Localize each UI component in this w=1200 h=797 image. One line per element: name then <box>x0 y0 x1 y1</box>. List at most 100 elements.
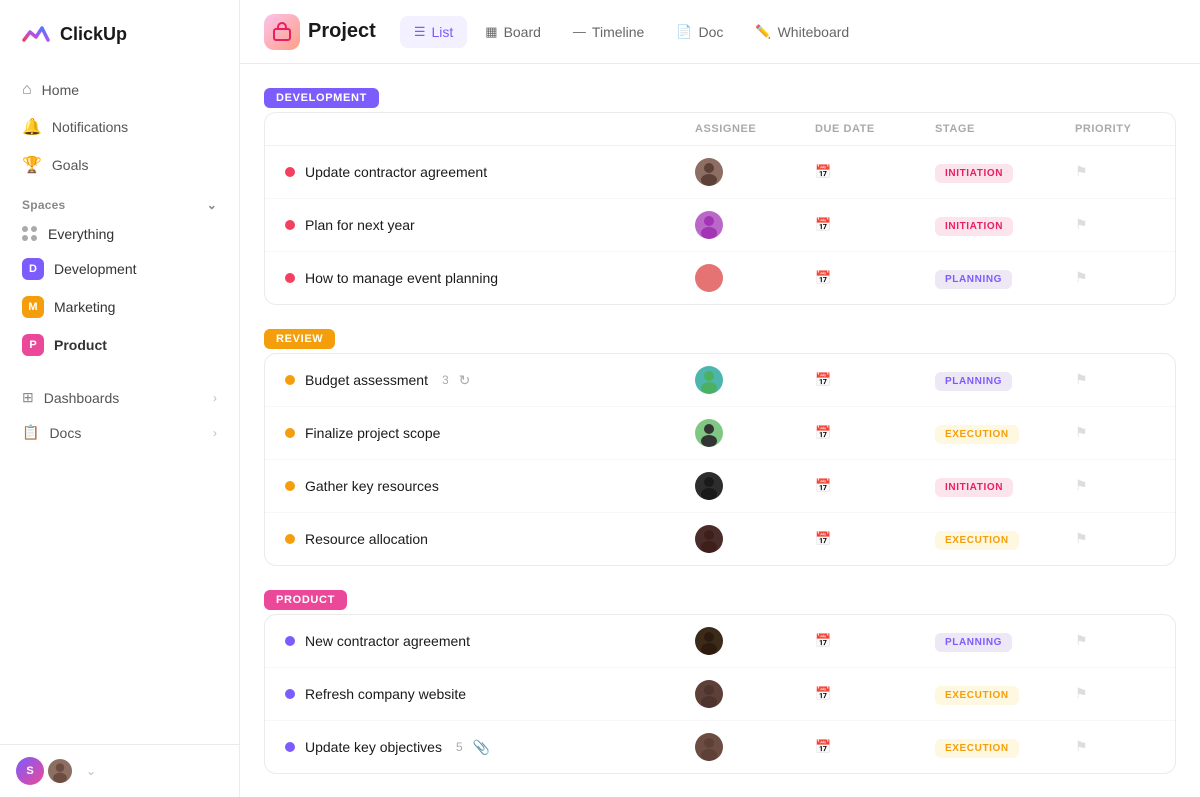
header-name <box>285 123 695 135</box>
task-name: Plan for next year <box>285 217 695 233</box>
assignee-avatar <box>695 472 723 500</box>
sidebar-item-home[interactable]: ⌂ Home <box>12 72 227 108</box>
task-status-dot <box>285 481 295 491</box>
sidebar-item-everything[interactable]: Everything <box>12 218 227 250</box>
task-row[interactable]: How to manage event planning 📅 PLANNING … <box>265 252 1175 304</box>
calendar-icon: 📅 <box>815 686 831 702</box>
development-task-list: ASSIGNEE DUE DATE STAGE PRIORITY Update … <box>264 112 1176 305</box>
stage-badge: PLANNING <box>935 270 1012 289</box>
flag-icon: ⚑ <box>1075 163 1088 179</box>
chevron-right-icon: › <box>213 391 217 405</box>
attachment-icon: 📎 <box>473 739 490 756</box>
task-row[interactable]: Refresh company website 📅 EXECUTION ⚑ <box>265 668 1175 721</box>
task-date: 📅 <box>815 531 935 547</box>
task-date: 📅 <box>815 686 935 702</box>
sidebar-item-product[interactable]: P Product <box>12 326 227 364</box>
main-content: Project ☰ List ▦ Board — Timeline 📄 Doc … <box>240 0 1200 797</box>
task-row[interactable]: Update contractor agreement 📅 INITIATION… <box>265 146 1175 199</box>
tab-board[interactable]: ▦ Board <box>471 16 555 48</box>
task-row[interactable]: Plan for next year 📅 INITIATION ⚑ <box>265 199 1175 252</box>
sidebar-item-goals[interactable]: 🏆 Goals <box>12 146 227 184</box>
spaces-section-label[interactable]: Spaces ⌄ <box>12 184 227 218</box>
user-avatar-initials: S <box>16 757 44 785</box>
task-row[interactable]: Finalize project scope 📅 EXECUTION ⚑ <box>265 407 1175 460</box>
task-status-dot <box>285 742 295 752</box>
project-icon <box>264 14 300 50</box>
tab-timeline-label: Timeline <box>592 24 644 40</box>
task-status-dot <box>285 689 295 699</box>
spaces-label-text: Spaces <box>22 198 65 212</box>
timeline-icon: — <box>573 24 586 39</box>
task-name: Update contractor agreement <box>285 164 695 180</box>
task-status-dot <box>285 167 295 177</box>
stage-badge: EXECUTION <box>935 739 1019 758</box>
task-status-dot <box>285 220 295 230</box>
sidebar-item-dashboards[interactable]: ⊞ Dashboards › <box>12 380 227 415</box>
sidebar-item-notifications[interactable]: 🔔 Notifications <box>12 108 227 146</box>
task-label: Gather key resources <box>305 478 439 494</box>
stage-badge: INITIATION <box>935 478 1013 497</box>
task-assignee <box>695 472 815 500</box>
task-stage: EXECUTION <box>935 424 1075 442</box>
task-stage: INITIATION <box>935 163 1075 181</box>
dashboards-icon: ⊞ <box>22 389 34 406</box>
task-label: Finalize project scope <box>305 425 440 441</box>
calendar-icon: 📅 <box>815 425 831 441</box>
table-header-dev: ASSIGNEE DUE DATE STAGE PRIORITY <box>265 113 1175 146</box>
task-row[interactable]: Update key objectives 5 📎 📅 EXECUTION ⚑ <box>265 721 1175 773</box>
assignee-avatar <box>695 211 723 239</box>
tab-list[interactable]: ☰ List <box>400 16 467 48</box>
project-cube-icon <box>271 21 293 43</box>
flag-icon: ⚑ <box>1075 371 1088 387</box>
sidebar-item-marketing[interactable]: M Marketing <box>12 288 227 326</box>
user-footer[interactable]: S ⌄ <box>0 744 239 797</box>
task-stage: EXECUTION <box>935 738 1075 756</box>
chevron-down-icon: ⌄ <box>207 198 217 212</box>
project-title: Project <box>308 20 376 43</box>
stage-badge: EXECUTION <box>935 425 1019 444</box>
flag-icon: ⚑ <box>1075 424 1088 440</box>
development-label: Development <box>54 261 137 277</box>
topbar: Project ☰ List ▦ Board — Timeline 📄 Doc … <box>240 0 1200 64</box>
assignee-avatar <box>695 680 723 708</box>
task-name: Budget assessment 3 ↻ <box>285 372 695 389</box>
task-row[interactable]: Gather key resources 📅 INITIATION ⚑ <box>265 460 1175 513</box>
task-label: Refresh company website <box>305 686 466 702</box>
flag-icon: ⚑ <box>1075 632 1088 648</box>
flag-icon: ⚑ <box>1075 269 1088 285</box>
task-row[interactable]: Budget assessment 3 ↻ 📅 PLANNING ⚑ <box>265 354 1175 407</box>
logo[interactable]: ClickUp <box>0 0 239 68</box>
tab-doc[interactable]: 📄 Doc <box>662 16 737 48</box>
calendar-icon: 📅 <box>815 217 831 233</box>
assignee-avatar <box>695 366 723 394</box>
sidebar-navigation: ⌂ Home 🔔 Notifications 🏆 Goals Spaces ⌄ … <box>0 68 239 744</box>
task-date: 📅 <box>815 633 935 649</box>
task-status-dot <box>285 428 295 438</box>
task-priority: ⚑ <box>1075 685 1155 703</box>
sidebar-item-docs[interactable]: 📋 Docs › <box>12 415 227 450</box>
task-row[interactable]: Resource allocation 📅 EXECUTION ⚑ <box>265 513 1175 565</box>
tab-whiteboard[interactable]: ✏️ Whiteboard <box>741 16 863 48</box>
task-priority: ⚑ <box>1075 216 1155 234</box>
task-status-dot <box>285 375 295 385</box>
calendar-icon: 📅 <box>815 478 831 494</box>
tab-timeline[interactable]: — Timeline <box>559 16 658 48</box>
task-priority: ⚑ <box>1075 738 1155 756</box>
task-date: 📅 <box>815 739 935 755</box>
assignee-avatar <box>695 419 723 447</box>
task-name: Finalize project scope <box>285 425 695 441</box>
flag-icon: ⚑ <box>1075 216 1088 232</box>
task-priority: ⚑ <box>1075 477 1155 495</box>
bell-icon: 🔔 <box>22 117 42 137</box>
task-name: Refresh company website <box>285 686 695 702</box>
sidebar-item-notifications-label: Notifications <box>52 119 128 135</box>
flag-icon: ⚑ <box>1075 685 1088 701</box>
header-stage: STAGE <box>935 123 1075 135</box>
task-label: How to manage event planning <box>305 270 498 286</box>
sidebar-item-development[interactable]: D Development <box>12 250 227 288</box>
task-row[interactable]: New contractor agreement 📅 PLANNING ⚑ <box>265 615 1175 668</box>
task-name: New contractor agreement <box>285 633 695 649</box>
task-stage: EXECUTION <box>935 530 1075 548</box>
stage-badge: PLANNING <box>935 633 1012 652</box>
tab-doc-label: Doc <box>699 24 724 40</box>
